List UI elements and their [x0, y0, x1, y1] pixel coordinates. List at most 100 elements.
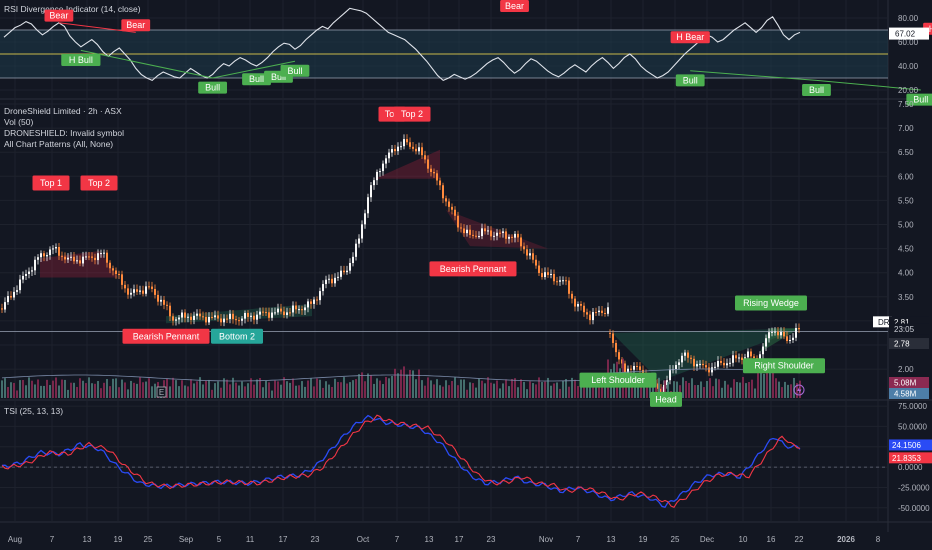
- volume-bar: [340, 382, 342, 398]
- volume-bar: [724, 380, 726, 398]
- candle-down: [205, 316, 207, 323]
- volume-bar: [436, 379, 438, 398]
- volume-bar: [376, 378, 378, 398]
- pattern-label: Bottom 2: [211, 328, 263, 344]
- volume-bar: [319, 379, 321, 398]
- candle-down: [166, 304, 168, 306]
- right-price-axis[interactable]: 80.0060.0040.0020.0067.027.507.006.506.0…: [873, 14, 932, 513]
- tsi-panel[interactable]: TSI (25, 13, 13): [0, 406, 888, 508]
- time-label: 23: [487, 535, 496, 544]
- candle-up: [130, 292, 132, 295]
- pattern-label: Left Shoulder: [579, 372, 657, 388]
- pattern-label: Bearish Pennant: [122, 328, 210, 344]
- volume-bar: [112, 378, 114, 398]
- candle-down: [604, 312, 606, 314]
- volume-bar: [289, 382, 291, 398]
- candle-up: [466, 229, 468, 234]
- volume-bar: [490, 382, 492, 398]
- candle-down: [412, 146, 414, 149]
- candle-up: [370, 185, 372, 198]
- candle-down: [94, 257, 96, 261]
- volume-bar: [316, 378, 318, 398]
- candle-down: [505, 231, 507, 239]
- candle-up: [250, 315, 252, 317]
- volume-bar: [52, 380, 54, 398]
- price-tick-label: 4.00: [898, 269, 914, 278]
- rsi-bear-label: Bear: [121, 19, 151, 32]
- volume-bar: [721, 387, 723, 398]
- candle-up: [681, 355, 683, 363]
- volume-bar: [385, 376, 387, 398]
- time-axis[interactable]: Aug 7 13 19 25 Sep 5 11 17 23 Oct 7 13 17 23 Nov 7 13 19 25…: [8, 535, 881, 544]
- time-label: 19: [114, 535, 123, 544]
- rsi-bull-label: Bull: [242, 73, 271, 86]
- tsi-value-badge-blue: 24.1506: [889, 439, 932, 451]
- candle-down: [517, 233, 519, 238]
- volume-bar: [379, 380, 381, 398]
- candle-up: [493, 235, 495, 237]
- volume-bar: [745, 383, 747, 398]
- volume-bar: [568, 386, 570, 398]
- candle-down: [750, 351, 752, 357]
- candle-down: [535, 259, 537, 266]
- price-panel[interactable]: DroneShield Limited · 2h · ASX Vol (50) …: [0, 106, 888, 407]
- volume-bar: [784, 381, 786, 398]
- volume-bar: [682, 377, 684, 398]
- countdown-badge: 23:05: [889, 323, 929, 335]
- candle-down: [708, 367, 710, 373]
- volume-bar: [685, 380, 687, 398]
- volume-bar: [343, 377, 345, 398]
- volume-bar: [346, 383, 348, 398]
- candle-up: [562, 280, 564, 282]
- candle-down: [690, 357, 692, 359]
- volume-bar: [169, 386, 171, 398]
- volume-bar: [331, 386, 333, 398]
- candle-down: [136, 289, 138, 292]
- legend-patterns: All Chart Patterns (All, None): [4, 139, 113, 149]
- pattern-label: Top 1: [32, 175, 70, 191]
- candle-down: [457, 215, 459, 228]
- candle-up: [214, 315, 216, 318]
- volume-bar: [10, 382, 12, 398]
- volume-bar: [229, 384, 231, 398]
- candle-down: [520, 237, 522, 247]
- candle-up: [550, 273, 552, 275]
- candle-down: [580, 304, 582, 306]
- volume-bar: [577, 386, 579, 398]
- candle-down: [127, 288, 129, 295]
- volume-bar: [460, 379, 462, 398]
- volume-bar: [214, 383, 216, 398]
- volume-bar: [295, 385, 297, 398]
- candle-down: [445, 198, 447, 202]
- candle-down: [202, 316, 204, 318]
- candle-down: [163, 299, 165, 305]
- price-tick-label: 7.00: [898, 124, 914, 133]
- trading-chart[interactable]: RSI Divergence Indicator (14, close) Bea…: [0, 0, 932, 550]
- volume-bar: [181, 380, 183, 398]
- volume-bar: [154, 383, 156, 398]
- candle-up: [319, 291, 321, 301]
- pattern-label-text: Rising Wedge: [743, 298, 799, 308]
- candle-down: [511, 236, 513, 238]
- candle-up: [789, 339, 791, 341]
- candle-down: [151, 286, 153, 289]
- volume-bar: [400, 369, 402, 398]
- volume-bar: [133, 382, 135, 398]
- chart-canvas[interactable]: RSI Divergence Indicator (14, close) Bea…: [0, 0, 932, 550]
- rsi-tick-label: 20.00: [898, 86, 919, 95]
- candle-down: [289, 312, 291, 314]
- candle-down: [798, 328, 800, 330]
- volume-bar: [217, 381, 219, 398]
- volume-bar: [151, 386, 153, 398]
- rsi-bear-label: Bear: [44, 9, 74, 22]
- candle-down: [184, 312, 186, 318]
- time-label: Sep: [179, 535, 194, 544]
- candle-up: [334, 277, 336, 284]
- volume-bar: [310, 378, 312, 398]
- candle-down: [253, 315, 255, 320]
- candle-down: [568, 280, 570, 294]
- candle-up: [37, 257, 39, 260]
- volume-bar: [739, 382, 741, 398]
- candle-down: [463, 228, 465, 234]
- volume-bar: [49, 385, 51, 398]
